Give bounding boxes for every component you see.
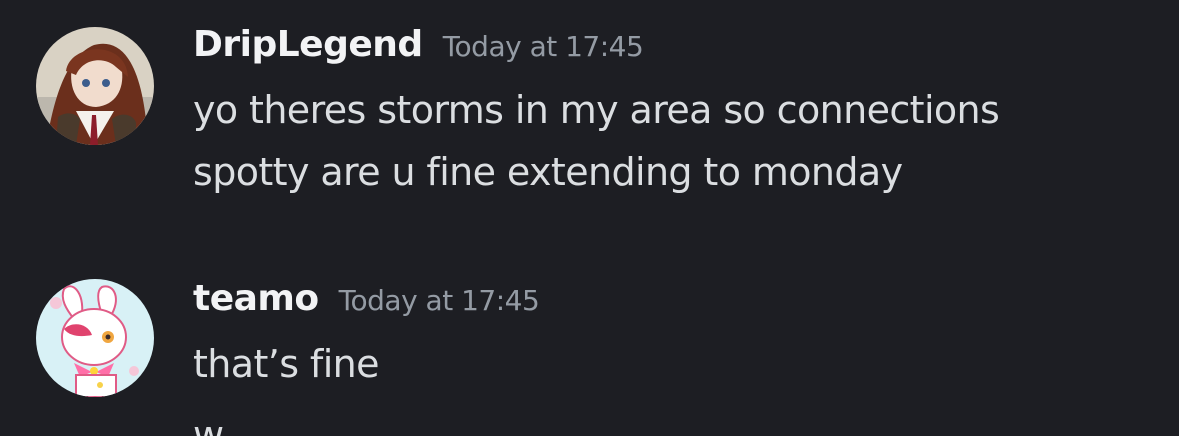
username[interactable]: teamo: [193, 278, 319, 319]
message-text-partial: w: [193, 413, 224, 436]
message-text: that’s fine: [193, 342, 380, 386]
username[interactable]: DripLegend: [193, 24, 423, 65]
pink-white-bunny-character-avatar-icon[interactable]: [36, 279, 154, 397]
message-item: DripLegend Today at 17:45 yo theres storm…: [0, 0, 1179, 230]
message-text: yo theres storms in my area so connectio…: [193, 88, 1000, 132]
message-header: teamo Today at 17:45: [193, 278, 540, 319]
timestamp: Today at 17:45: [442, 30, 644, 63]
anime-girl-avatar-icon[interactable]: [36, 27, 154, 145]
timestamp: Today at 17:45: [338, 284, 540, 317]
message-header: DripLegend Today at 17:45: [193, 24, 644, 65]
message-item: teamo Today at 17:45 that’s fine w: [0, 230, 1179, 436]
message-text: spotty are u fine extending to monday: [193, 150, 903, 194]
